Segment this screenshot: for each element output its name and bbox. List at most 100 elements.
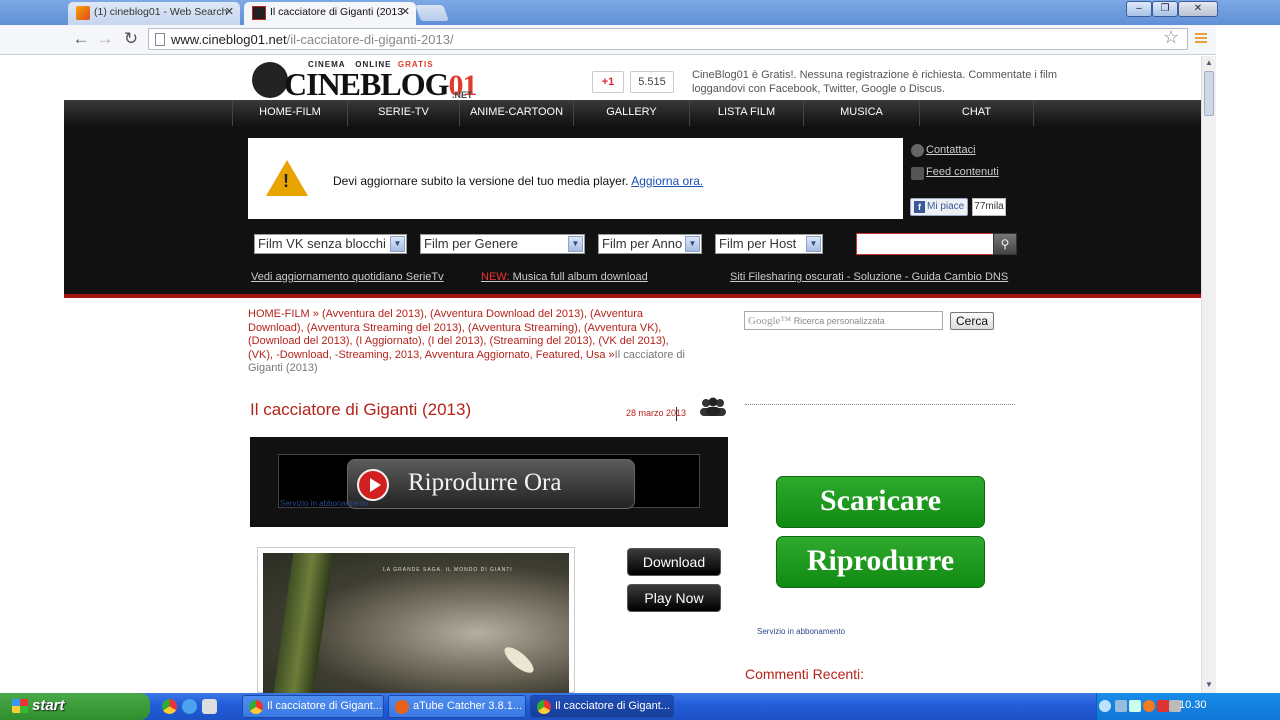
select-film-anno[interactable]: Film per Anno ▼ <box>598 234 702 254</box>
bookmark-star-icon[interactable]: ☆ <box>1163 27 1179 48</box>
windows-taskbar: start Il cacciatore di Gigant... aTube C… <box>0 693 1280 720</box>
chrome-quicklaunch-icon[interactable] <box>162 699 177 714</box>
logo-mascot-icon <box>252 62 288 98</box>
tab-cineblog[interactable]: Il cacciatore di Giganti (2013 ✕ <box>244 2 416 25</box>
forward-icon[interactable]: → <box>94 29 116 51</box>
scroll-thumb[interactable] <box>1204 71 1214 116</box>
contattaci-link[interactable]: Contattaci <box>926 144 976 156</box>
google-custom-search-input[interactable]: Google™ Ricerca personalizzata <box>744 311 943 330</box>
header-info-text: CineBlog01 è Gratis!. Nessuna registrazi… <box>692 69 1057 95</box>
select-value: Film per Anno <box>602 236 683 251</box>
search-tab-favicon-icon <box>76 6 90 20</box>
start-label: start <box>32 697 65 714</box>
taskbar-item-chrome-2[interactable]: Il cacciatore di Gigant... <box>530 695 674 718</box>
nav-lista-film[interactable]: LISTA FILM <box>690 100 804 126</box>
cineblog-favicon-icon <box>252 6 266 20</box>
volume-icon[interactable] <box>1129 700 1141 712</box>
tray-expand-icon[interactable] <box>1099 700 1111 712</box>
tab-web-search[interactable]: (1) cineblog01 - Web Search ✕ <box>68 2 240 25</box>
servizio-abbonamento-text-sidebar: Servizio in abbonamento <box>757 627 846 636</box>
feed-contenuti-link[interactable]: Feed contenuti <box>926 166 999 178</box>
search-icon[interactable]: ⚲ <box>993 233 1017 255</box>
riprodurre-button[interactable]: Riprodurre <box>776 536 985 588</box>
header-band: ! Devi aggiornare subito la versione del… <box>64 126 1201 298</box>
google-plus-button[interactable]: +1 <box>592 71 624 93</box>
tab-title: Il cacciatore di Giganti (2013 <box>270 6 404 18</box>
poster-image: LA GRANDE SAGA. IL MONDO DI GIANTI <box>263 553 569 693</box>
chevron-down-icon: ▼ <box>806 236 821 252</box>
select-film-host[interactable]: Film per Host ▼ <box>715 234 823 254</box>
post-title[interactable]: Il cacciatore di Giganti (2013) <box>250 400 471 420</box>
nav-musica[interactable]: MUSICA <box>804 100 920 126</box>
facebook-icon: f <box>914 201 925 213</box>
search-placeholder: Ricerca personalizzata <box>793 316 885 326</box>
movie-poster[interactable]: LA GRANDE SAGA. IL MONDO DI GIANTI <box>257 547 575 693</box>
start-button[interactable]: start <box>0 693 150 720</box>
menu-icon[interactable] <box>1195 33 1207 45</box>
play-icon <box>357 469 389 501</box>
nav-anime-cartoon[interactable]: ANIME-CARTOON <box>460 100 574 126</box>
browser-titlebar: (1) cineblog01 - Web Search ✕ Il cacciat… <box>0 0 1280 25</box>
tab-title: (1) cineblog01 - Web Search <box>94 6 228 18</box>
play-button-label: Riprodurre Ora <box>408 469 562 496</box>
filesharing-dns-link[interactable]: Siti Filesharing oscurati - Soluzione - … <box>730 271 1008 283</box>
logo-brand: CINEBLOG01 <box>284 66 477 102</box>
download-button[interactable]: Download <box>627 548 721 576</box>
cerca-button[interactable]: Cerca <box>950 312 994 330</box>
serie-tv-update-link[interactable]: Vedi aggiornamento quotidiano SerieTv <box>251 271 444 283</box>
update-now-link[interactable]: Aggiorna ora. <box>631 174 703 188</box>
select-value: Film per Genere <box>424 236 518 251</box>
poster-giant-tusk <box>500 643 538 677</box>
breadcrumb[interactable]: HOME-FILM » (Avventura del 2013), (Avven… <box>248 308 690 376</box>
breadcrumb-links[interactable]: HOME-FILM » (Avventura del 2013), (Avven… <box>248 308 669 361</box>
ie-quicklaunch-icon[interactable] <box>182 699 197 714</box>
select-film-genere[interactable]: Film per Genere ▼ <box>420 234 585 254</box>
maximize-button[interactable]: ❐ <box>1152 1 1178 17</box>
chrome-icon <box>249 700 263 714</box>
scroll-down-icon[interactable]: ▼ <box>1204 680 1214 692</box>
nav-gallery[interactable]: GALLERY <box>574 100 690 126</box>
google-label: Google™ <box>748 315 792 327</box>
nav-chat[interactable]: CHAT <box>920 100 1034 126</box>
network-icon[interactable] <box>1115 700 1127 712</box>
scaricare-button[interactable]: Scaricare <box>776 476 985 528</box>
main-nav: HOME-FILM SERIE-TV ANIME-CARTOON GALLERY… <box>64 100 1201 126</box>
reload-icon[interactable]: ↻ <box>120 29 142 51</box>
play-now-button[interactable]: Play Now <box>627 584 721 612</box>
page-scrollbar[interactable]: ▲ ▼ <box>1201 56 1216 693</box>
close-window-button[interactable]: ✕ <box>1178 1 1218 17</box>
servizio-abbonamento-text: Servizio in abbonamento <box>280 499 369 508</box>
close-tab-icon[interactable]: ✕ <box>225 5 234 18</box>
nav-serie-tv[interactable]: SERIE-TV <box>348 100 460 126</box>
site-search-input[interactable] <box>856 233 994 255</box>
google-plus-count: 5.515 <box>630 71 674 93</box>
notification-badge-icon[interactable] <box>1157 700 1169 712</box>
page-left-margin <box>0 56 64 693</box>
system-tray: 10.30 <box>1096 693 1280 720</box>
riprodurre-ora-button[interactable]: Riprodurre Ora <box>347 459 635 509</box>
taskbar-item-atube[interactable]: aTube Catcher 3.8.1... <box>388 695 526 718</box>
close-tab-icon[interactable]: ✕ <box>401 5 410 18</box>
taskbar-item-chrome-1[interactable]: Il cacciatore di Gigant... <box>242 695 384 718</box>
address-bar[interactable]: www.cineblog01.net/il-cacciatore-di-giga… <box>148 28 1188 50</box>
facebook-like-button[interactable]: f Mi piace <box>910 198 968 216</box>
chrome-icon <box>537 700 551 714</box>
chevron-down-icon: ▼ <box>568 236 583 252</box>
musica-album-link[interactable]: NEW: Musica full album download <box>481 271 648 283</box>
desktop-quicklaunch-icon[interactable] <box>202 699 217 714</box>
logo-net: .NET <box>452 90 473 100</box>
back-icon[interactable]: ← <box>70 29 92 51</box>
scroll-up-icon[interactable]: ▲ <box>1204 58 1214 70</box>
site-logo[interactable]: CINEMA ONLINE GRATIS CINEBLOG01 .NET <box>252 60 487 102</box>
nav-home-film[interactable]: HOME-FILM <box>232 100 348 126</box>
url-path: /il-cacciatore-di-giganti-2013/ <box>286 32 454 47</box>
firefox-tray-icon[interactable] <box>1143 700 1155 712</box>
clock[interactable]: 10.30 <box>1179 699 1207 711</box>
warning-exclamation: ! <box>283 171 289 191</box>
minimize-button[interactable]: – <box>1126 1 1152 17</box>
taskbar-item-label: aTube Catcher 3.8.1... <box>413 700 523 712</box>
atube-catcher-icon <box>395 700 409 714</box>
select-film-vk[interactable]: Film VK senza blocchi ▼ <box>254 234 407 254</box>
new-tab-button[interactable] <box>415 5 449 21</box>
browser-toolbar: ← → ↻ www.cineblog01.net/il-cacciatore-d… <box>0 25 1280 55</box>
